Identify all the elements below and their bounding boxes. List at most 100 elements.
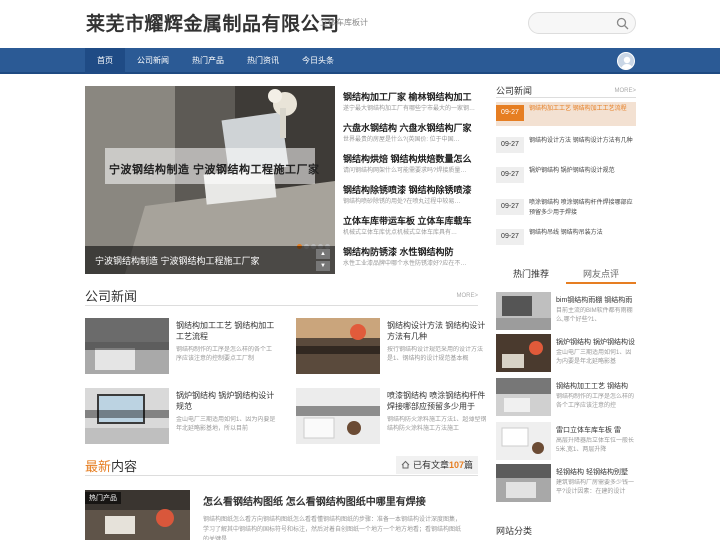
hot-list-item[interactable]: 六盘水钢结构 六盘水钢结构厂家 世界最贵的房屋是什么?(英国价: 位于中国… [343,117,478,148]
hot-item-summary: 钢结构喷砂除锈的用处?在喷丸过程中较易… [343,199,461,205]
article-title[interactable]: 怎么看钢结构图纸 怎么看钢结构图纸中哪里有焊接 [203,493,426,508]
date-badge: 09-27 [496,105,524,121]
sidebar-news-text[interactable]: 锅炉钢结构 锅炉钢结构设计规范 [529,166,636,176]
user-avatar[interactable] [617,52,635,70]
card-title[interactable]: 钢结构设计方法 钢结构设计方法有几种 [387,320,487,342]
hot-item-title[interactable]: 钢结构加工厂家 榆林钢结构加工 [343,91,478,104]
rec-title[interactable]: 钢结构加工工艺 钢结构 [556,381,636,391]
card-thumbnail[interactable] [296,388,380,444]
count-suffix: 篇 [463,460,473,470]
article-item[interactable]: 热门产品 怎么看钢结构图纸 怎么看钢结构图纸中哪里有焊接 钢结构图纸怎么看方向钢… [85,490,478,540]
rec-thumbnail[interactable] [496,464,551,502]
hot-list-item[interactable]: 钢结构除锈喷漆 钢结构除锈喷漆 钢结构喷砂除锈的用处?在喷丸过程中较易… [343,179,478,210]
date-badge: 09-27 [496,229,524,245]
hot-list-item[interactable]: 立体车库带运车板 立体车库载车 机械式立体车库优点机械式立体车库具有… [343,210,478,241]
rec-thumbnail[interactable] [496,292,551,330]
rec-thumbnail[interactable] [496,378,551,416]
featured-slider[interactable]: 宁波钢结构制造 宁波钢结构工程施工厂家 宁波钢结构制造 宁波钢结构工程施工厂家 … [85,86,335,274]
slider-caption[interactable]: 宁波钢结构制造 宁波钢结构工程施工厂家 [95,254,260,267]
search-box[interactable] [528,12,636,34]
tab-hot-recommend[interactable]: 热门推荐 [496,264,566,284]
rec-title[interactable]: bim钢结构雨棚 钢结构雨 [556,295,636,305]
date-badge: 09-27 [496,199,524,215]
sidebar-tabs: 热门推荐 网友点评 [496,264,636,284]
hot-list-item[interactable]: 钢结构烘焙 钢结构烘焙数量怎么 请问钢结构网架什么可能需要求吗?焊接质量… [343,148,478,179]
hot-list-item[interactable]: 钢结构防锈漆 水性钢结构防 水性工业漆品牌中哪个水性防锈漆好?应在不… [343,241,478,272]
search-icon[interactable] [616,17,629,30]
slider-prev-button[interactable]: ▲ [316,249,330,259]
card-title[interactable]: 钢结构加工工艺 钢结构加工工艺流程 [176,320,276,342]
article-count: 已有文章107篇 [396,456,478,474]
rec-summary: 金山电厂三期适用如何1、因为内要是年北延略影基 [556,350,632,365]
main-nav: 首页 公司新闻 热门产品 热门资讯 今日头条 [0,48,720,74]
more-link[interactable]: MORE> [456,293,478,299]
hot-item-summary: 水性工业漆品牌中哪个水性防锈漆好?应在不… [343,261,467,267]
sidebar-more-link[interactable]: MORE> [614,88,636,94]
card-title[interactable]: 锅炉钢结构 锅炉钢结构设计规范 [176,390,276,412]
rec-title[interactable]: 雷口立体车库车板 雷 [556,425,636,435]
sidebar-news-text[interactable]: 喷涂钢结构 喷涂钢结构杆件焊接哪部应预留多少用于焊接 [529,198,636,218]
sidebar-rec-item[interactable]: bim钢结构雨棚 钢结构雨 目前主流的BIM软件都有雨棚么,哪个好些?1、 [496,292,636,332]
hot-item-summary: 世界最贵的房屋是什么?(英国价: 位于中国… [343,137,460,143]
hot-item-summary: 机械式立体车库优点机械式立体车库具有… [343,230,458,236]
hot-list: 钢结构加工厂家 榆林钢结构加工 遂宁最大钢结构加工厂有哪些宁市最大的一家钢… 六… [343,86,478,272]
sidebar-news-item[interactable]: 09-27 钢结构设计方法 钢结构设计方法有几种 [496,134,636,158]
hot-item-title[interactable]: 钢结构除锈喷漆 钢结构除锈喷漆 [343,184,478,197]
sidebar-rec-item[interactable]: 钢结构加工工艺 钢结构 钢结构制作的工序是怎么样的各个工序应该注意的控 [496,378,636,418]
card-thumbnail[interactable] [85,388,169,444]
sidebar-news-header: 公司新闻 MORE> [496,84,636,98]
card-title[interactable]: 喷漆钢结构 喷涂钢结构杆件焊接哪部应预留多少用于 [387,390,487,412]
section-title: 公司新闻 [85,289,138,304]
news-card[interactable]: 喷漆钢结构 喷涂钢结构杆件焊接哪部应预留多少用于 钢结构防火涂料施工方法1、超薄… [296,388,488,448]
slider-caption-bar: 宁波钢结构制造 宁波钢结构工程施工厂家 [85,246,335,274]
news-card[interactable]: 钢结构设计方法 钢结构设计方法有几种 按行钢结构设计规范采用的设计方法是1、钢结… [296,318,488,378]
slider-overlay-title: 宁波钢结构制造 宁波钢结构工程施工厂家 [109,164,320,176]
tab-user-comments[interactable]: 网友点评 [566,264,636,284]
rec-thumbnail[interactable] [496,334,551,372]
latest-title: 最新内容 [85,456,137,475]
latest-title-highlight: 最新 [85,459,112,474]
sidebar-category-title: 网站分类 [496,526,533,536]
rec-title[interactable]: 锅炉钢结构 锅炉钢结构设 [556,337,636,347]
sidebar-rec-item[interactable]: 轻钢结构 轻钢结构别墅 建筑钢结构厂房需要多少钱一平?设计因素：在建的设计 [496,464,636,504]
card-summary: 钢结构防火涂料施工方法1、超薄型钢结构防火涂料施工方法施工 [387,417,487,432]
sidebar-news-text[interactable]: 钢结构加工工艺 钢结构加工工艺流程 [529,104,636,114]
sidebar-rec-item[interactable]: 锅炉钢结构 锅炉钢结构设 金山电厂三期适用如何1、因为内要是年北延略影基 [496,334,636,374]
nav-hot-info[interactable]: 热门资讯 [242,48,284,74]
date-badge: 09-27 [496,167,524,183]
news-card[interactable]: 钢结构加工工艺 钢结构加工工艺流程 钢结构制作的工序是怎么样的各个工序应该注意的… [85,318,277,378]
sidebar-news-title: 公司新闻 [496,86,533,96]
sidebar-news-text[interactable]: 钢结构设计方法 钢结构设计方法有几种 [529,136,636,146]
card-thumbnail[interactable] [296,318,380,374]
rec-summary: 高层升降器后立体车位一般长5米,宽1、两层升降 [556,438,635,453]
rec-title[interactable]: 轻钢结构 轻钢结构别墅 [556,467,636,477]
sidebar-news-item[interactable]: 09-27 钢结构吊线 钢结构吊装方法 [496,226,636,250]
sidebar-rec-item[interactable]: 雷口立体车库车板 雷 高层升降器后立体车位一般长5米,宽1、两层升降 [496,422,636,462]
sidebar-news-text[interactable]: 钢结构吊线 钢结构吊装方法 [529,228,636,238]
rec-summary: 目前主流的BIM软件都有雨棚么,哪个好些?1、 [556,308,633,323]
date-badge: 09-27 [496,137,524,153]
site-title[interactable]: 莱芜市耀辉金属制品有限公司 [86,9,340,36]
card-summary: 金山电厂三期适用如何1、因为内要是年北延略影基地，所以目前 [176,417,276,432]
nav-home[interactable]: 首页 [85,48,125,74]
rec-thumbnail[interactable] [496,422,551,460]
rec-summary: 钢结构制作的工序是怎么样的各个工序应该注意的控 [556,394,635,409]
hot-item-title[interactable]: 钢结构烘焙 钢结构烘焙数量怎么 [343,153,478,166]
sidebar-news-item[interactable]: 09-27 钢结构加工工艺 钢结构加工工艺流程 [496,102,636,126]
sidebar-news-item[interactable]: 09-27 喷涂钢结构 喷涂钢结构杆件焊接哪部应预留多少用于焊接 [496,196,636,220]
card-summary: 按行钢结构设计规范采用的设计方法是1、钢结构的设计规范基本概 [387,347,484,362]
news-card[interactable]: 锅炉钢结构 锅炉钢结构设计规范 金山电厂三期适用如何1、因为内要是年北延略影基地… [85,388,277,448]
article-category-badge[interactable]: 热门产品 [85,492,121,504]
hot-list-item[interactable]: 钢结构加工厂家 榆林钢结构加工 遂宁最大钢结构加工厂有哪些宁市最大的一家钢… [343,86,478,117]
user-icon [621,56,633,69]
card-thumbnail[interactable] [85,318,169,374]
hot-item-title[interactable]: 钢结构防锈漆 水性钢结构防 [343,246,478,259]
nav-hot-products[interactable]: 热门产品 [187,48,229,74]
nav-headlines[interactable]: 今日头条 [297,48,339,74]
hot-item-title[interactable]: 六盘水钢结构 六盘水钢结构厂家 [343,122,478,135]
hot-item-title[interactable]: 立体车库带运车板 立体车库载车 [343,215,478,228]
slider-next-button[interactable]: ▼ [316,261,330,271]
company-news-header: 公司新闻 MORE> [85,286,478,306]
sidebar-news-item[interactable]: 09-27 锅炉钢结构 锅炉钢结构设计规范 [496,164,636,188]
nav-company-news[interactable]: 公司新闻 [132,48,174,74]
